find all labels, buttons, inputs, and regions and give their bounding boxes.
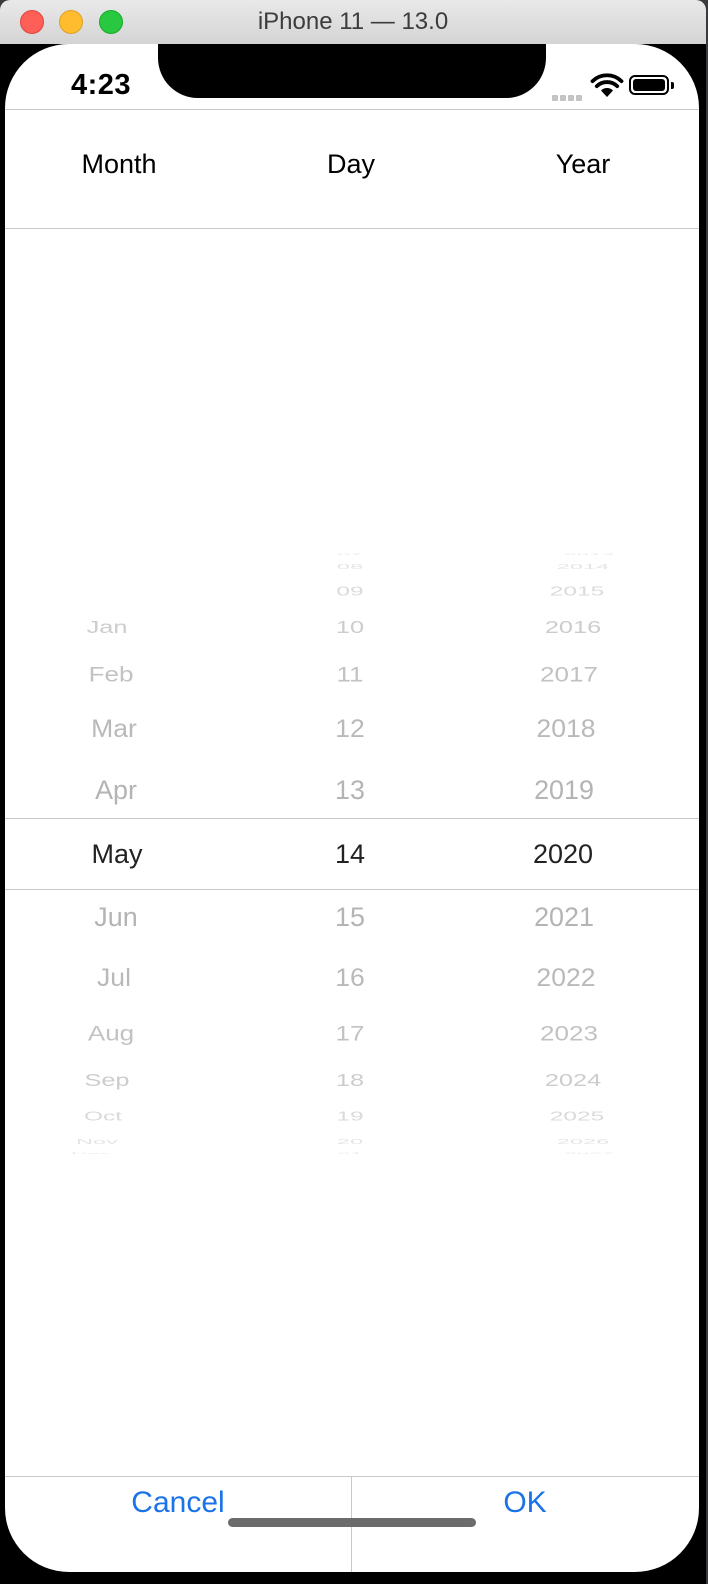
day-option[interactable]: 21 [267,1152,434,1154]
window-title: iPhone 11 — 13.0 [257,8,449,35]
year-option[interactable]: 2025 [487,1110,668,1123]
ok-button[interactable]: OK [352,1486,698,1520]
month-option[interactable]: Nov [10,1137,184,1146]
day-option[interactable]: 17 [254,1022,447,1044]
device-notch [158,44,546,98]
month-option[interactable]: Aug [15,1022,208,1044]
battery-icon [629,75,669,95]
month-option[interactable]: Jun [17,904,216,930]
day-option[interactable]: 12 [252,717,449,743]
day-option[interactable]: 20 [263,1137,437,1146]
day-option[interactable]: 13 [250,777,449,803]
year-option[interactable]: 2021 [464,904,663,930]
year-option[interactable]: 2024 [479,1071,667,1089]
month-option[interactable]: Jan [14,619,202,637]
buttons-top-rule [5,1476,699,1477]
status-time: 4:23 [70,69,132,101]
selection-bottom-rule [5,889,699,890]
day-column-header: Day [326,149,375,179]
battery-level [633,79,665,91]
month-column-header: Month [81,149,157,179]
month-option[interactable]: Mar [16,717,213,743]
home-indicator [228,1518,476,1527]
date-picker[interactable]: Jan Feb Mar Apr May Jun Jul Aug Sep Oct Nov Dec 07 0… [5,484,699,1224]
day-option[interactable]: 15 [250,904,449,930]
wifi-icon [590,73,624,97]
day-option[interactable]: 16 [252,965,449,991]
month-option[interactable]: Apr [17,777,216,803]
month-option[interactable]: Jul [16,965,213,991]
day-option[interactable]: 07 [267,554,434,556]
month-option[interactable]: Feb [15,664,208,686]
cancel-button[interactable]: Cancel [5,1486,351,1520]
selection-top-rule [5,818,699,819]
selected-year-option[interactable]: 2020 [463,840,663,868]
device-screen: 4:23 Month Day Year Jan Feb Mar Apr May Jun Ju… [5,44,699,1572]
year-option[interactable]: 2019 [464,777,663,803]
year-wheel[interactable]: 2013 2014 2015 2016 2017 2018 2019 2020 2021 2022… [441,484,685,1224]
selected-month-option[interactable]: May [17,840,217,868]
day-option[interactable]: 11 [254,664,447,686]
year-option[interactable]: 2015 [487,585,668,598]
month-option[interactable]: Sep [14,1071,202,1089]
day-option[interactable]: 18 [256,1071,444,1089]
month-option[interactable]: Oct [12,1110,193,1123]
battery-terminal [671,82,674,89]
day-option[interactable]: 10 [256,619,444,637]
year-option[interactable]: 2018 [467,717,664,743]
day-wheel[interactable]: 07 08 09 10 11 12 13 14 15 16 17 18 19 20 21 [245,484,455,1224]
year-option[interactable]: 2026 [496,1137,670,1146]
day-option[interactable]: 19 [259,1110,440,1123]
cellular-signal-icon [552,88,586,101]
month-wheel[interactable]: Jan Feb Mar Apr May Jun Jul Aug Sep Oct Nov Dec [5,484,237,1224]
year-option[interactable]: 2013 [505,554,672,556]
year-option[interactable]: 2014 [496,563,670,571]
year-option[interactable]: 2022 [467,965,664,991]
day-option[interactable]: 08 [263,563,437,571]
selected-day-option[interactable]: 14 [250,840,450,868]
header-top-rule [5,109,699,110]
year-option[interactable]: 2017 [472,664,665,686]
year-option[interactable]: 2023 [472,1022,665,1044]
year-option[interactable]: 2027 [505,1152,672,1154]
header-bottom-rule [5,228,699,229]
day-option[interactable]: 09 [259,585,440,598]
year-option[interactable]: 2016 [479,619,667,637]
year-column-header: Year [555,149,611,179]
month-option[interactable]: Dec [8,1152,175,1154]
